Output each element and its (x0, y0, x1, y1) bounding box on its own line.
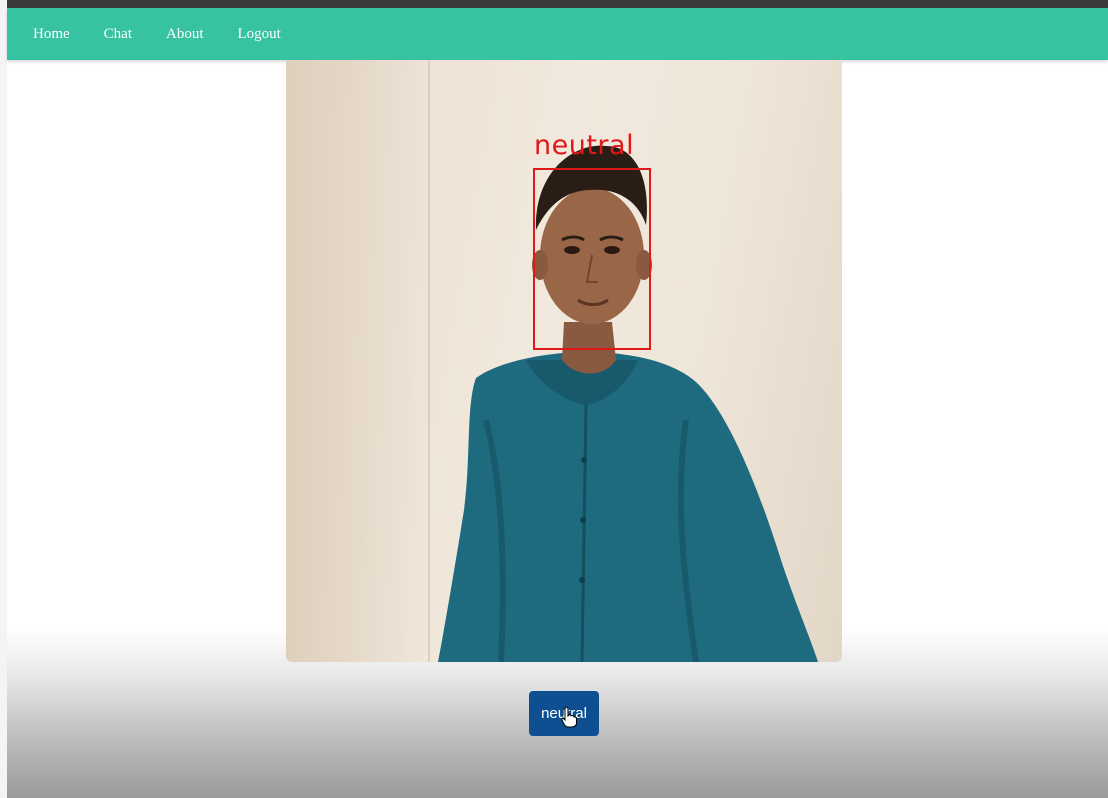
nav-logout-link[interactable]: Logout (238, 26, 281, 43)
nav-chat-link[interactable]: Chat (104, 26, 132, 43)
webcam-feed: neutral (286, 60, 842, 662)
face-detection-box (533, 168, 651, 350)
nav-about-link[interactable]: About (166, 26, 204, 43)
hand-pointer-icon (561, 706, 577, 728)
navbar: Home Chat About Logout (7, 8, 1108, 60)
window-left-edge (0, 0, 7, 798)
nav-home-link[interactable]: Home (33, 26, 70, 43)
window-top-bar (0, 0, 1108, 8)
face-detection-label: neutral (534, 130, 635, 161)
